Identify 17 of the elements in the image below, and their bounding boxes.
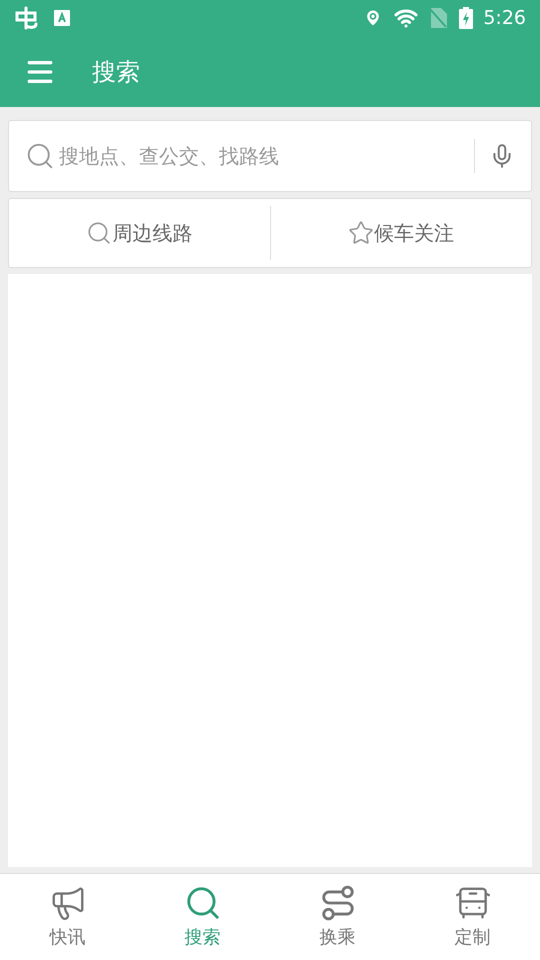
keyboard-icon (54, 10, 70, 26)
status-time: 5:26 (483, 6, 526, 31)
no-sim-icon (429, 8, 448, 28)
app-logo-icon (14, 6, 40, 30)
search-field[interactable]: 搜地点、查公交、找路线 (59, 141, 460, 171)
quick-action-button[interactable]: 候车关注 (270, 199, 531, 267)
nav-tab[interactable]: 定制 (405, 874, 540, 960)
battery-charging-icon (459, 7, 474, 29)
search-icon (25, 141, 55, 171)
quick-action-button[interactable]: 周边线路 (9, 199, 270, 267)
search-bar[interactable]: 搜地点、查公交、找路线 (8, 120, 532, 192)
nav-tab[interactable]: 快讯 (0, 874, 135, 960)
nav-tab[interactable]: 换乘 (270, 874, 405, 960)
star-icon (348, 220, 374, 246)
app-bar-title: 搜索 (92, 56, 140, 88)
search-icon (86, 220, 112, 246)
nav-tab[interactable]: 搜索 (135, 874, 270, 960)
